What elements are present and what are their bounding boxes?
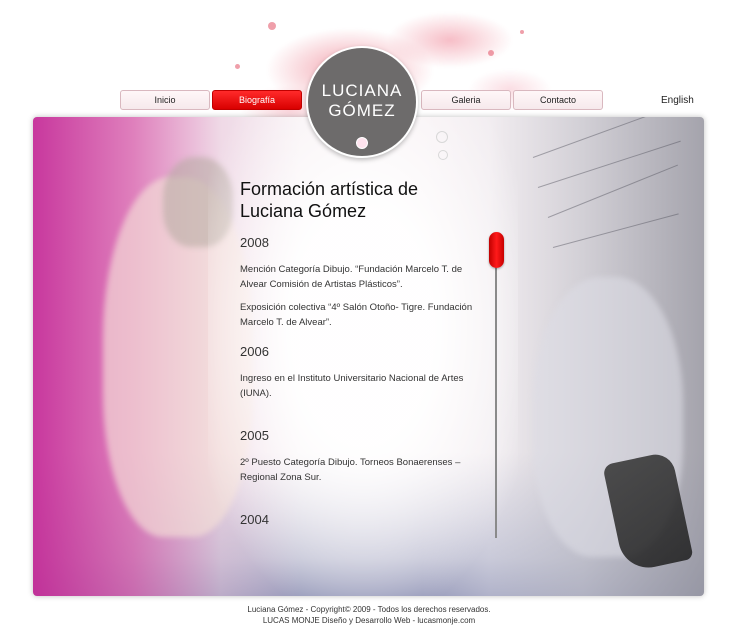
page-title: Formación artística de Luciana Gómez — [240, 178, 480, 222]
nav-galeria[interactable]: Galeria — [421, 90, 511, 110]
splash-dot — [268, 22, 276, 30]
nav-biografia[interactable]: Biografía — [212, 90, 302, 110]
scrollbar-thumb[interactable] — [489, 232, 504, 268]
nav-contacto[interactable]: Contacto — [513, 90, 603, 110]
year-heading: 2004 — [240, 512, 269, 527]
bio-content: Formación artística de Luciana Gómez 200… — [240, 178, 480, 527]
handwriting-stroke — [552, 213, 679, 248]
year-heading: 2008 — [240, 235, 269, 250]
bio-entry: Ingreso en el Instituto Universitario Na… — [240, 373, 464, 399]
footer-copyright: Luciana Gómez - Copyright© 2009 - Todos … — [247, 605, 491, 614]
splash-dot — [235, 64, 240, 69]
scrollbar-track[interactable] — [495, 238, 497, 538]
decor-ring — [438, 150, 448, 160]
bio-entry: Exposición colectiva “4º Salón Otoño- Ti… — [240, 302, 473, 328]
year-heading: 2005 — [240, 428, 269, 443]
footer-credits[interactable]: LUCAS MONJE Diseño y Desarrollo Web - lu… — [0, 616, 738, 625]
bio-entry: Mención Categoría Dibujo. “Fundación Mar… — [240, 264, 463, 290]
splash-dot — [488, 50, 494, 56]
splash-dot — [520, 30, 524, 34]
site-logo[interactable]: LUCIANA GÓMEZ — [306, 46, 418, 158]
logo-dot — [356, 137, 368, 149]
handwriting-stroke — [547, 164, 678, 218]
nav-inicio[interactable]: Inicio — [120, 90, 210, 110]
language-link[interactable]: English — [661, 95, 694, 106]
bio-entry: 2º Puesto Categoría Dibujo. Torneos Bona… — [240, 457, 461, 483]
decor-ring — [436, 131, 448, 143]
title-line2: Luciana Gómez — [240, 201, 367, 221]
logo-line2: GÓMEZ — [328, 101, 396, 120]
year-heading: 2006 — [240, 344, 269, 359]
logo-line1: LUCIANA — [321, 81, 403, 100]
title-line1: Formación artística de — [240, 179, 419, 199]
